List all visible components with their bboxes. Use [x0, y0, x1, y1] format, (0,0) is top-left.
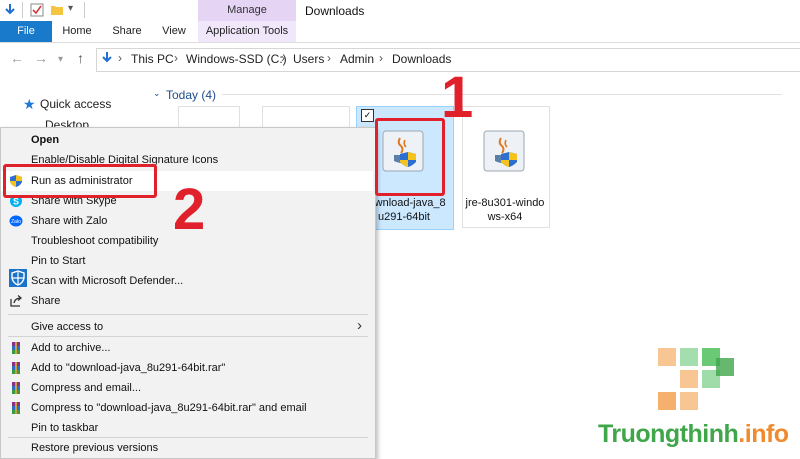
- breadcrumb-separator: ›: [174, 51, 178, 65]
- tab-share[interactable]: Share: [106, 21, 148, 42]
- highlight-box-run-as-admin: [3, 164, 157, 198]
- breadcrumb-separator: ›: [281, 51, 285, 65]
- winrar-icon: [12, 342, 20, 354]
- menu-item-troubleshoot[interactable]: Troubleshoot compatibility: [31, 235, 158, 247]
- zalo-icon: Zalo: [9, 215, 23, 227]
- defender-icon: [9, 269, 27, 287]
- recent-locations-icon[interactable]: ▾: [58, 54, 63, 65]
- qa-customize-icon[interactable]: ▾: [68, 3, 73, 14]
- forward-arrow-icon[interactable]: →: [34, 50, 48, 66]
- tab-file[interactable]: File: [0, 21, 52, 42]
- breadcrumb-users[interactable]: Users: [293, 52, 324, 66]
- menu-item-pin-taskbar[interactable]: Pin to taskbar: [31, 422, 98, 434]
- svg-text:Zalo: Zalo: [11, 219, 21, 225]
- menu-divider: [8, 336, 368, 337]
- breadcrumb-admin[interactable]: Admin: [340, 52, 374, 66]
- file-name-line1: jre-8u301-windo: [465, 197, 545, 209]
- tab-application-tools[interactable]: Application Tools: [198, 21, 296, 42]
- back-arrow-icon[interactable]: ←: [10, 50, 24, 66]
- winrar-icon: [12, 362, 20, 374]
- tab-home[interactable]: Home: [56, 21, 98, 42]
- menu-item-share-zalo[interactable]: Share with Zalo: [31, 215, 107, 227]
- watermark-text: Truongthinh.info: [598, 420, 789, 449]
- collapse-chevron-icon[interactable]: ⌄: [153, 88, 161, 99]
- breadcrumb-separator: ›: [118, 51, 122, 65]
- file-name-line2: ws-x64: [487, 211, 523, 223]
- winrar-icon: [12, 382, 20, 394]
- qa-divider: [22, 2, 23, 18]
- menu-item-defender[interactable]: Scan with Microsoft Defender...: [31, 275, 183, 287]
- java-installer-icon: [483, 130, 525, 172]
- tab-view[interactable]: View: [156, 21, 192, 42]
- star-icon: ★: [23, 96, 36, 112]
- file-tile[interactable]: [178, 106, 240, 127]
- menu-divider: [8, 314, 368, 315]
- breadcrumb-this-pc[interactable]: This PC: [131, 52, 174, 66]
- up-arrow-icon[interactable]: ↑: [77, 50, 84, 66]
- step-1-label: 1: [441, 65, 474, 130]
- group-header[interactable]: Today (4): [166, 88, 216, 102]
- download-location-icon: [102, 52, 112, 63]
- watermark-logo-icon: [658, 348, 734, 410]
- step-2-label: 2: [173, 177, 206, 242]
- watermark-suffix: .info: [738, 420, 789, 448]
- breadcrumb-separator: ›: [379, 51, 383, 65]
- menu-item-compress-email[interactable]: Compress and email...: [31, 382, 141, 394]
- share-icon: [10, 295, 23, 307]
- menu-item-compress-rar-email[interactable]: Compress to "download-java_8u291-64bit.r…: [31, 402, 307, 414]
- highlight-box-file: [375, 118, 445, 196]
- menu-divider: [8, 437, 368, 438]
- menu-item-add-archive[interactable]: Add to archive...: [31, 342, 111, 354]
- qa-divider-2: [84, 2, 85, 18]
- submenu-arrow-icon: ›: [357, 317, 362, 334]
- quick-access-item[interactable]: Quick access: [40, 97, 111, 111]
- svg-text:S: S: [13, 197, 19, 207]
- breadcrumb-separator: ›: [327, 51, 331, 65]
- winrar-icon: [12, 402, 20, 414]
- menu-item-add-rar[interactable]: Add to "download-java_8u291-64bit.rar": [31, 362, 225, 374]
- window-title: Downloads: [305, 4, 365, 18]
- properties-icon[interactable]: [30, 3, 44, 17]
- menu-item-pin-start[interactable]: Pin to Start: [31, 255, 85, 267]
- watermark-main: Truongthinh: [598, 420, 739, 448]
- new-folder-icon[interactable]: [50, 3, 64, 17]
- manage-tab[interactable]: Manage: [198, 4, 296, 16]
- selection-checkbox[interactable]: ✓: [361, 109, 374, 122]
- breadcrumb-drive[interactable]: Windows-SSD (C:): [186, 52, 287, 66]
- menu-item-give-access[interactable]: Give access to: [31, 321, 103, 333]
- menu-item-restore-versions[interactable]: Restore previous versions: [31, 442, 158, 454]
- download-arrow-icon[interactable]: [3, 3, 17, 17]
- group-divider: [222, 94, 782, 95]
- title-bar: [0, 0, 800, 22]
- menu-item-open[interactable]: Open: [31, 134, 59, 146]
- menu-item-share[interactable]: Share: [31, 295, 60, 307]
